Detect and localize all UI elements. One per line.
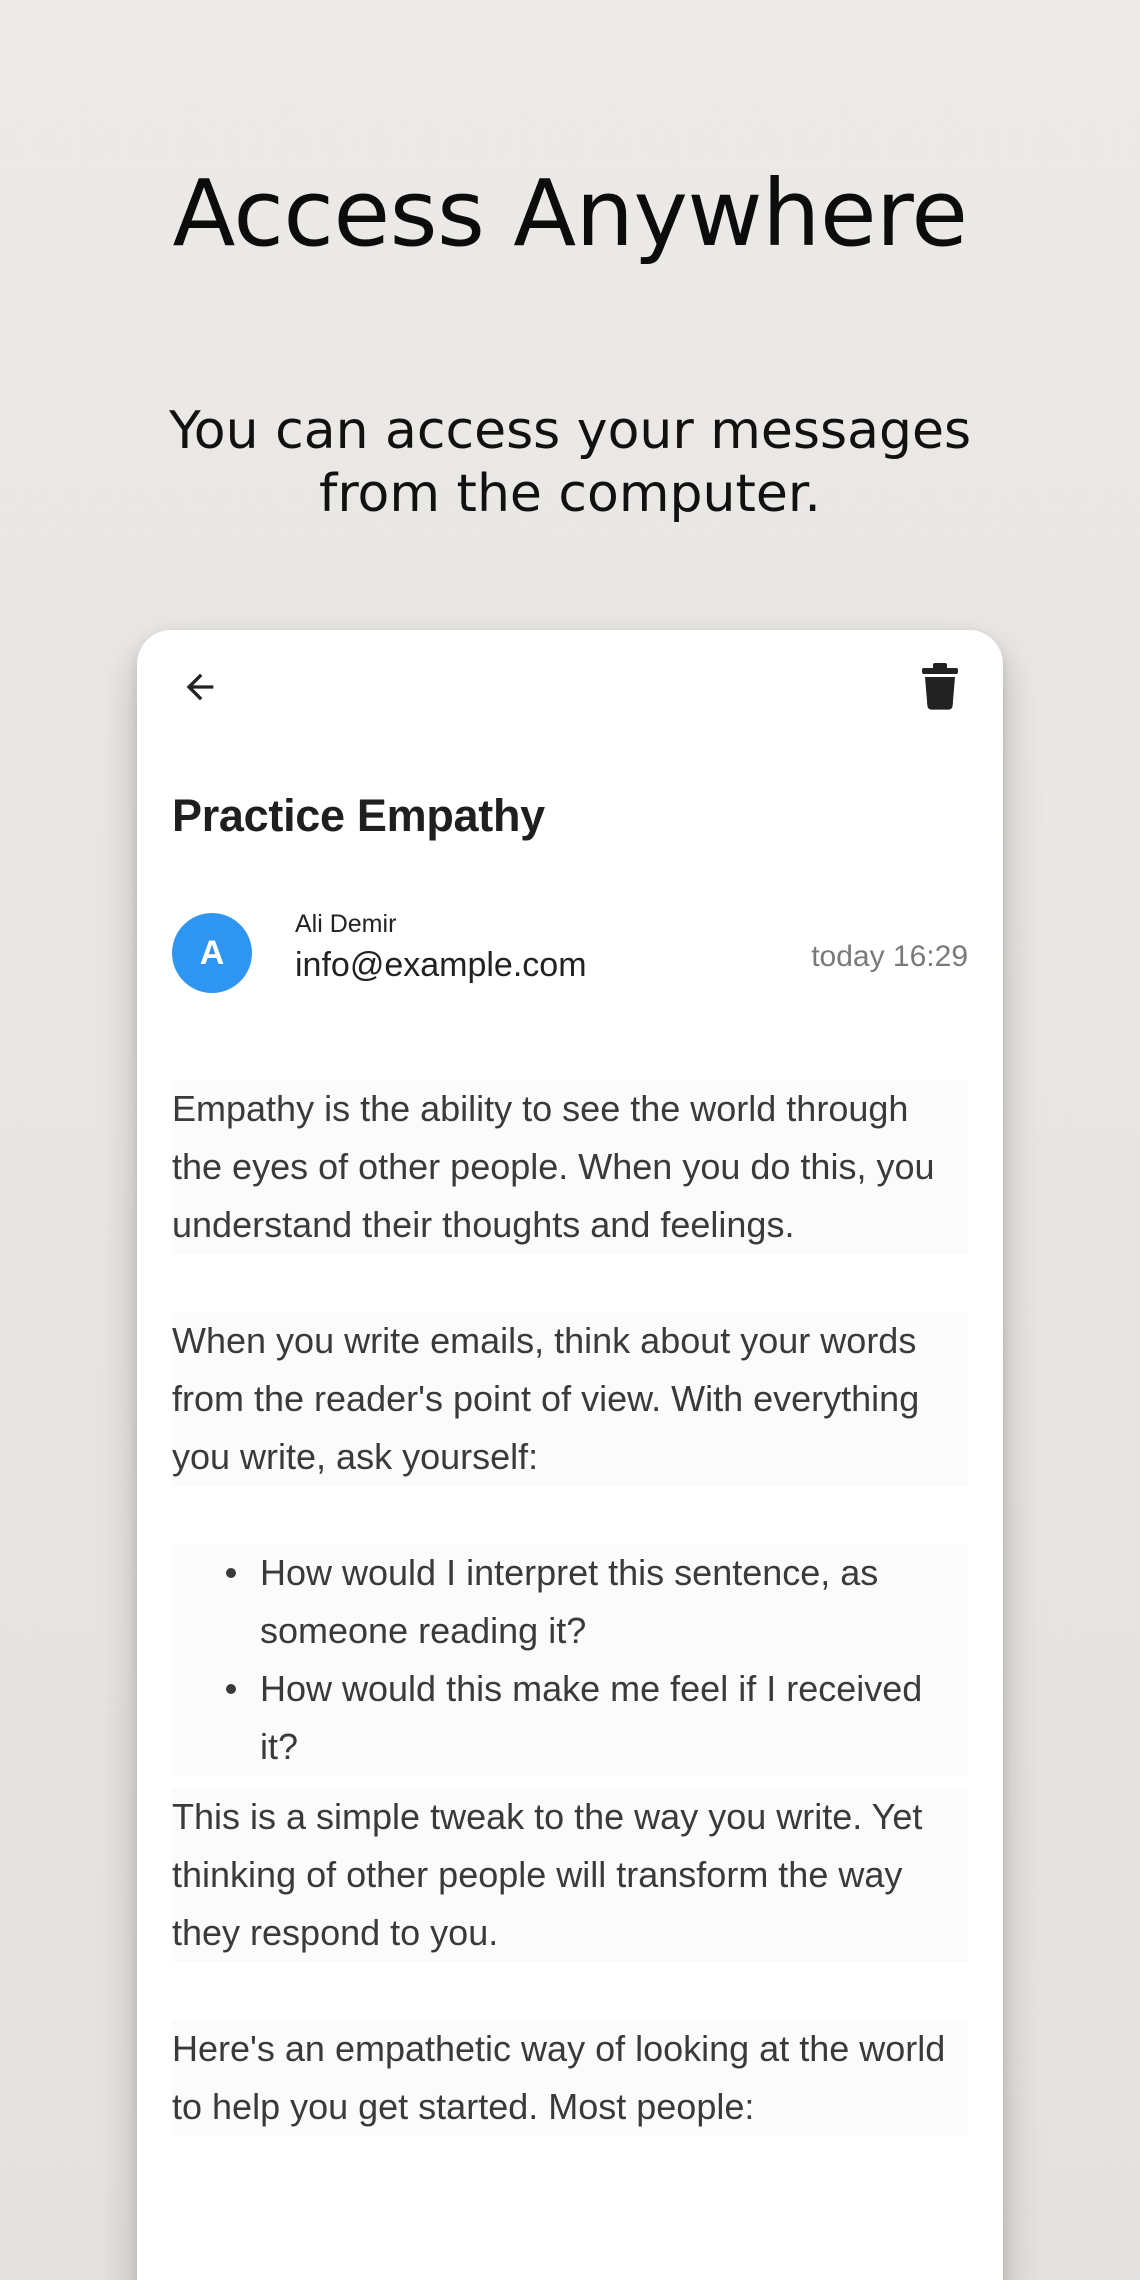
arrow-left-icon — [186, 673, 214, 701]
page-title: Access Anywhere — [172, 160, 968, 267]
email-timestamp: today 16:29 — [811, 940, 968, 973]
sender-name: Ali Demir — [295, 910, 397, 938]
email-toolbar — [137, 630, 1003, 750]
back-button[interactable] — [175, 662, 225, 712]
list-item: How would this make me feel if I receive… — [172, 1660, 968, 1776]
body-paragraph: When you write emails, think about your … — [172, 1312, 968, 1486]
body-paragraph: Empathy is the ability to see the world … — [172, 1080, 968, 1254]
trash-icon — [922, 663, 958, 710]
subtitle-line-2: from the computer. — [319, 464, 821, 524]
page-subtitle: You can access your messages from the co… — [120, 400, 1020, 526]
sender-email: info@example.com — [295, 946, 587, 984]
delete-button[interactable] — [915, 658, 965, 714]
avatar: A — [172, 913, 252, 993]
sender-row: A Ali Demir info@example.com today 16:29 — [172, 910, 968, 1002]
body-paragraph: This is a simple tweak to the way you wr… — [172, 1788, 968, 1962]
list-item: How would I interpret this sentence, as … — [172, 1544, 968, 1660]
email-subject: Practice Empathy — [172, 790, 545, 841]
body-paragraph: Here's an empathetic way of looking at t… — [172, 2020, 968, 2136]
email-body: Empathy is the ability to see the world … — [172, 1080, 968, 2136]
email-preview-card: Practice Empathy A Ali Demir info@exampl… — [137, 630, 1003, 2280]
question-list: How would I interpret this sentence, as … — [172, 1544, 968, 1776]
subtitle-line-1: You can access your messages — [168, 401, 972, 461]
